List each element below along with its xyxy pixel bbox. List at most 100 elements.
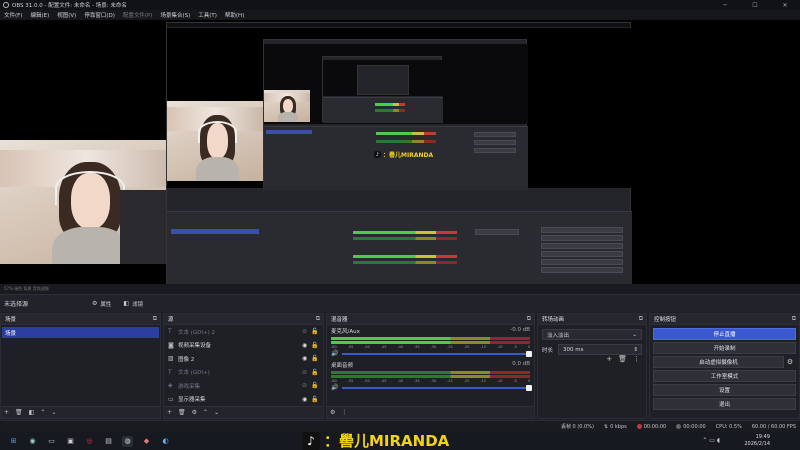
- netease-music-icon[interactable]: ◎: [84, 436, 95, 447]
- transition-select[interactable]: 淡入淡出 ⌄: [542, 329, 642, 340]
- start-recording-button[interactable]: 开始录制: [653, 342, 796, 354]
- unlock-icon[interactable]: 🔓: [311, 328, 319, 335]
- eye-slash-icon[interactable]: ⊘: [302, 328, 311, 335]
- menu-help[interactable]: 帮助(H): [221, 11, 248, 19]
- settings-button[interactable]: 设置: [653, 384, 796, 396]
- live-dot-icon: [636, 424, 642, 429]
- eye-icon[interactable]: ◉: [302, 396, 311, 403]
- file-explorer-icon[interactable]: ▭: [46, 436, 57, 447]
- trash-icon[interactable]: 🗑: [15, 409, 23, 416]
- menu-scene-collection[interactable]: 场景集合(S): [156, 11, 194, 19]
- add-icon[interactable]: +: [606, 355, 612, 363]
- volume-slider[interactable]: [342, 384, 532, 391]
- scene-item[interactable]: 场景: [2, 327, 159, 338]
- meter-tick: -60: [331, 379, 337, 383]
- maximize-icon[interactable]: ☐: [740, 0, 770, 10]
- chevron-up-icon[interactable]: ⌃: [203, 409, 208, 416]
- source-name: 游戏采集: [178, 383, 201, 390]
- system-clock[interactable]: 19:49 2026/2/14: [744, 434, 770, 448]
- source-item[interactable]: T 文本 (GDI+) 2 ⊘ 🔓: [164, 325, 323, 339]
- mixer-channel: 桌面音频 0.0 dB -60 -55 -50 -45 -40 -35 -30 -25 -20 -15…: [327, 359, 534, 393]
- gear-icon[interactable]: ⚙: [192, 409, 197, 416]
- meter-tick: -5: [513, 379, 517, 383]
- unlock-icon[interactable]: 🔓: [311, 382, 319, 389]
- transitions-title: 转场动画: [542, 317, 565, 323]
- properties-button[interactable]: ⚙ 属性: [92, 300, 111, 308]
- chevron-up-icon[interactable]: ⌃: [40, 409, 45, 416]
- more-icon[interactable]: ⋮: [341, 409, 347, 416]
- close-icon[interactable]: ✕: [770, 0, 800, 10]
- studio-mode-button[interactable]: 工作室模式: [653, 370, 796, 382]
- meter-tick: -60: [331, 345, 337, 349]
- duration-input[interactable]: 300 ms ⇕: [558, 344, 642, 355]
- menu-edit[interactable]: 编辑(E): [26, 11, 53, 19]
- preview-canvas[interactable]: ♪ ：嚳儿MIRANDA ♪ ：嚳儿MIRANDA: [0, 20, 800, 284]
- menu-view[interactable]: 视图(V): [53, 11, 80, 19]
- windows-start-icon[interactable]: ⊞: [8, 436, 19, 447]
- undock-icon[interactable]: ⧉: [639, 315, 643, 323]
- volume-slider[interactable]: [342, 350, 532, 357]
- chevron-down-icon: ⌄: [632, 331, 637, 338]
- source-item[interactable]: ◈ 游戏采集 ⊘ 🔓: [164, 379, 323, 393]
- trash-icon[interactable]: 🗑: [178, 409, 186, 416]
- edge-browser-icon[interactable]: ◐: [160, 436, 171, 447]
- camera-icon: ◙: [168, 341, 174, 349]
- audio-mixer-dock: 混音器 ⧉ 麦克风/Aux -0.0 dB -60 -55 -50 -45 -40 -35 -3…: [326, 313, 535, 419]
- add-icon[interactable]: +: [167, 409, 172, 416]
- start-virtual-camera-button[interactable]: 启动虚拟摄像机: [653, 356, 784, 368]
- source-item[interactable]: T 文本 (GDI+) ⊘ 🔓: [164, 366, 323, 380]
- nested-obs-level-2: ♪ ：嚳儿MIRANDA: [263, 39, 528, 190]
- unlock-icon[interactable]: 🔓: [311, 355, 319, 362]
- trash-icon[interactable]: 🗑: [618, 355, 627, 363]
- unlock-icon[interactable]: 🔓: [311, 342, 319, 349]
- source-item[interactable]: ▨ 图像 2 ◉ 🔓: [164, 352, 323, 366]
- source-item[interactable]: ◙ 视频采集设备 ◉ 🔓: [164, 339, 323, 353]
- undock-icon[interactable]: ⧉: [153, 315, 157, 323]
- meter-tick: -25: [447, 345, 453, 349]
- undock-icon[interactable]: ⧉: [792, 315, 796, 323]
- system-tray-icon[interactable]: ⌃ ▭ ◖: [702, 437, 720, 444]
- meter-tick: -20: [463, 379, 470, 383]
- stop-streaming-button[interactable]: 停止直播: [653, 328, 796, 340]
- source-item[interactable]: ▭ 显示器采集 ◉ 🔓: [164, 393, 323, 407]
- chevron-down-icon[interactable]: ⌄: [214, 409, 219, 416]
- terminal-icon[interactable]: ▣: [65, 436, 76, 447]
- slider-handle[interactable]: [526, 384, 532, 391]
- eye-icon[interactable]: ◉: [302, 355, 311, 362]
- mixer-channel: 麦克风/Aux -0.0 dB -60 -55 -50 -45 -40 -35 -30 -25 -2…: [327, 325, 534, 359]
- steam-icon[interactable]: ◉: [27, 436, 38, 447]
- minimize-icon[interactable]: ─: [710, 0, 740, 10]
- eye-slash-icon[interactable]: ⊘: [302, 369, 311, 376]
- controls-title: 控制按钮: [654, 317, 677, 323]
- chevron-down-icon[interactable]: ⌄: [51, 409, 56, 416]
- menu-docks[interactable]: 停靠窗口(D): [80, 11, 119, 19]
- unlock-icon[interactable]: 🔓: [311, 396, 319, 403]
- source-name: 显示器采集: [178, 397, 206, 404]
- menu-file[interactable]: 文件(F): [0, 11, 26, 19]
- slider-handle[interactable]: [526, 350, 532, 357]
- exit-button[interactable]: 退出: [653, 398, 796, 410]
- speaker-icon[interactable]: 🔊: [331, 350, 338, 357]
- speaker-icon[interactable]: 🔊: [331, 384, 338, 391]
- eye-icon[interactable]: ◉: [302, 342, 311, 349]
- obs-logo-icon: [3, 2, 9, 8]
- gear-icon[interactable]: ⚙: [784, 358, 796, 366]
- unlock-icon[interactable]: 🔓: [311, 369, 319, 376]
- folder-icon[interactable]: ▤: [103, 436, 114, 447]
- more-icon[interactable]: ⋮: [633, 355, 640, 363]
- eye-slash-icon[interactable]: ⊘: [302, 382, 311, 389]
- add-icon[interactable]: +: [4, 409, 9, 416]
- transitions-dock: 转场动画 ⧉ 淡入淡出 ⌄ 时长 300 ms ⇕ + 🗑 ⋮: [537, 313, 647, 419]
- spinner-icon[interactable]: ⇕: [633, 347, 638, 353]
- filters-button[interactable]: ◧ 滤镜: [123, 300, 143, 308]
- undock-icon[interactable]: ⧉: [316, 315, 320, 323]
- menu-tools[interactable]: 工具(T): [194, 11, 221, 19]
- app-icon-red[interactable]: ◆: [141, 436, 152, 447]
- filter-icon[interactable]: ◧: [29, 409, 35, 416]
- undock-icon[interactable]: ⧉: [527, 315, 531, 323]
- gear-icon[interactable]: ⚙: [330, 409, 335, 416]
- cpu-usage: CPU: 0.5%: [715, 423, 742, 430]
- menu-profile[interactable]: 配置文件(P): [119, 11, 157, 19]
- obs-taskbar-icon[interactable]: ◍: [122, 435, 133, 447]
- meter-tick: -35: [413, 345, 420, 349]
